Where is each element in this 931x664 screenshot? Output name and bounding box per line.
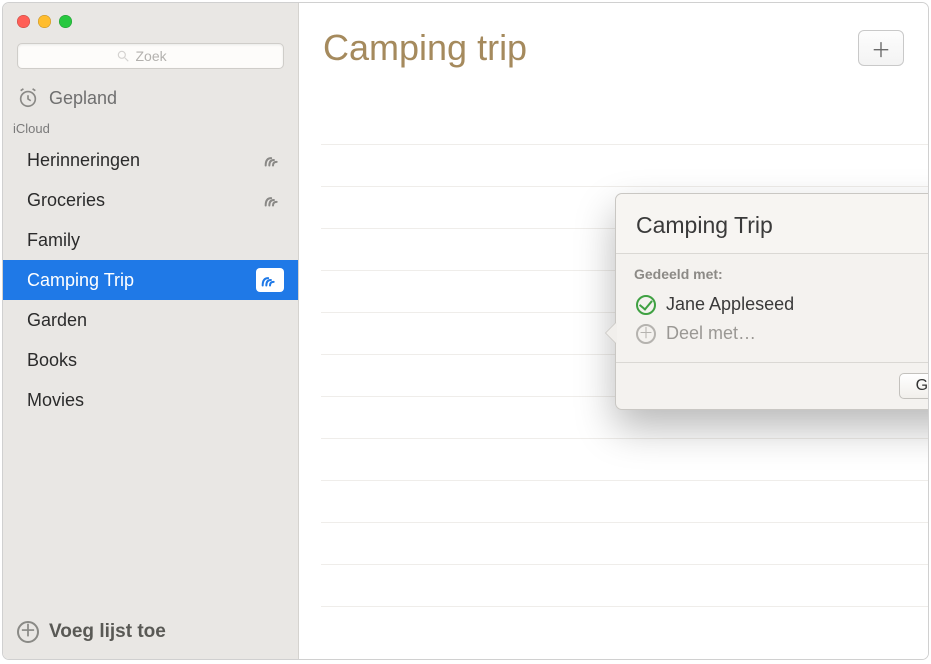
list-title: Camping trip [323, 27, 527, 69]
alarm-clock-icon [17, 87, 39, 109]
minimize-window-button[interactable] [38, 15, 51, 28]
add-participant-row[interactable]: ＋ Deel met… [634, 319, 929, 348]
sidebar-item-family[interactable]: Family [3, 220, 298, 260]
add-reminder-button[interactable]: ＋ [858, 30, 904, 66]
sidebar-scheduled-label: Gepland [49, 88, 117, 109]
done-button[interactable]: Gereed [899, 373, 929, 399]
sidebar-item-label: Herinneringen [27, 150, 140, 171]
sidebar-item-label: Movies [27, 390, 84, 411]
share-broadcast-icon [262, 189, 284, 211]
sidebar: Gepland iCloud Herinneringen Groceries Fam… [3, 3, 299, 659]
share-broadcast-icon [256, 268, 284, 292]
sidebar-item-label: Garden [27, 310, 87, 331]
search-icon [116, 49, 130, 63]
sidebar-item-camping-trip[interactable]: Camping Trip [3, 260, 298, 300]
sidebar-item-label: Books [27, 350, 77, 371]
plus-circle-outline-icon: ＋ [636, 324, 656, 344]
sidebar-item-label: Groceries [27, 190, 105, 211]
sidebar-item-movies[interactable]: Movies [3, 380, 298, 420]
zoom-window-button[interactable] [59, 15, 72, 28]
sidebar-list: Herinneringen Groceries Family Camping Trip… [3, 140, 298, 420]
sidebar-item-label: Family [27, 230, 80, 251]
participant-name: Jane Appleseed [666, 294, 794, 315]
search-field[interactable] [17, 43, 284, 69]
main-pane: Camping trip ＋ Camping Trip Gedeeld met:… [299, 3, 928, 659]
checkmark-circle-icon [636, 295, 656, 315]
sidebar-item-groceries[interactable]: Groceries [3, 180, 298, 220]
sidebar-item-books[interactable]: Books [3, 340, 298, 380]
add-list-button[interactable]: ＋ Voeg lijst toe [3, 609, 298, 659]
plus-circle-icon: ＋ [17, 621, 39, 643]
shared-with-label: Gedeeld met: [634, 266, 929, 282]
sidebar-section-label: iCloud [3, 119, 298, 140]
sidebar-item-label: Camping Trip [27, 270, 134, 291]
add-participant-label: Deel met… [666, 323, 756, 344]
close-window-button[interactable] [17, 15, 30, 28]
add-list-label: Voeg lijst toe [49, 621, 166, 643]
popover-title: Camping Trip [636, 212, 929, 239]
window-controls [17, 15, 72, 28]
sidebar-item-garden[interactable]: Garden [3, 300, 298, 340]
sidebar-item-herinneringen[interactable]: Herinneringen [3, 140, 298, 180]
sidebar-scheduled[interactable]: Gepland [3, 79, 298, 119]
share-popover: Camping Trip Gedeeld met: Jane Appleseed… [615, 193, 929, 410]
plus-icon: ＋ [871, 34, 891, 63]
participant-row[interactable]: Jane Appleseed [634, 290, 929, 319]
search-input[interactable] [136, 48, 186, 64]
app-window: Gepland iCloud Herinneringen Groceries Fam… [2, 2, 929, 660]
share-broadcast-icon [262, 149, 284, 171]
